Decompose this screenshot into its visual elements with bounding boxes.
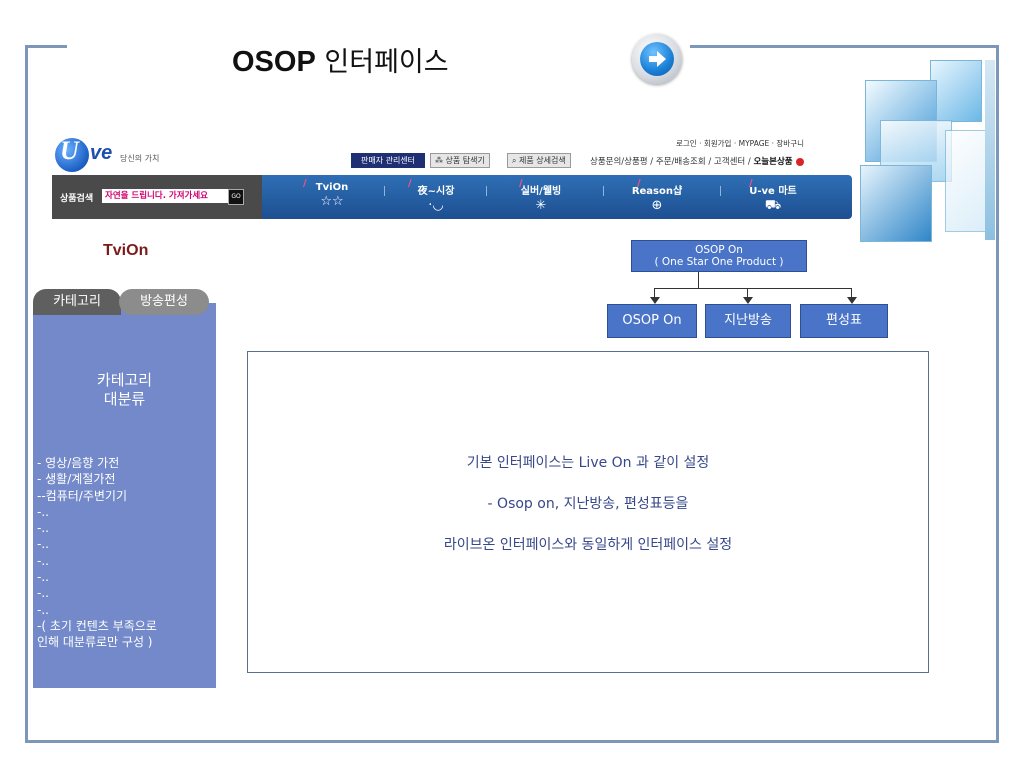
menu-item-tvion[interactable]: TviOn ☆☆ <box>287 182 377 209</box>
logo-u: U <box>60 136 79 165</box>
seller-center-button[interactable]: 판매자 관리센터 <box>351 153 425 168</box>
menu-label: 실버/웰빙 <box>520 186 562 197</box>
detail-search-button[interactable]: ⌕ 제품 상세검색 <box>507 153 571 168</box>
sidebar-heading-line1: 카테고리 <box>96 371 153 389</box>
menu-label: Reason샵 <box>631 186 683 197</box>
osop-on-button[interactable]: OSOP On <box>607 304 697 338</box>
today-product-icon <box>795 157 804 166</box>
menu-label: 夜~시장 <box>417 186 455 197</box>
category-note: -( 초기 컨텐츠 부족으로 <box>37 618 157 633</box>
arrow-down-icon <box>743 297 753 304</box>
frame-top-right <box>690 45 998 48</box>
category-item[interactable]: --컴퓨터/주변기기 <box>37 488 157 504</box>
category-item[interactable]: -.. <box>37 569 157 585</box>
flow-connector <box>654 288 655 297</box>
logo-ve: ve <box>90 142 113 164</box>
tab-schedule[interactable]: 방송편성 <box>119 289 209 315</box>
menu-label: U-ve 마트 <box>749 186 797 197</box>
magnifier-icon: ⌕ <box>512 156 520 165</box>
product-search-label: 상품 탐색기 <box>445 156 485 165</box>
search-input[interactable]: 자연을 드립니다. 가져가세요 <box>102 189 230 203</box>
content-line-3: 라이브온 인터페이스와 동일하게 인터페이스 설정 <box>443 537 733 553</box>
category-item[interactable]: - 영상/음향 가전 <box>37 455 157 471</box>
nav-links[interactable]: 상품문의/상품평 / 주문/배송조회 / 고객센터 / 오늘본상품 <box>590 155 804 167</box>
category-item[interactable]: -.. <box>37 536 157 552</box>
sidebar-heading-line2: 대분류 <box>103 390 146 408</box>
flow-connector <box>747 288 748 297</box>
sidebar-heading: 카테고리 대분류 <box>33 371 216 409</box>
sparkle-icon: ✳ <box>535 198 547 213</box>
osop-on-main-node[interactable]: OSOP On ( One Star One Product ) <box>631 240 807 272</box>
sitemap-icon: ⁂ <box>435 156 446 165</box>
category-item[interactable]: -.. <box>37 504 157 520</box>
menu-label: TviOn <box>315 182 349 193</box>
cart-icon: ⛟ <box>764 198 782 213</box>
menu-separator <box>603 186 604 196</box>
menu-separator <box>384 186 385 196</box>
category-item[interactable]: -.. <box>37 585 157 601</box>
flow-connector <box>698 272 699 288</box>
menu-item-silver-wellbeing[interactable]: 실버/웰빙 ✳ <box>496 182 586 213</box>
arrow-down-icon <box>847 297 857 304</box>
slide-title-rest: 인터페이스 <box>315 47 449 78</box>
schedule-table-button[interactable]: 편성표 <box>800 304 888 338</box>
search-label: 상품검색 <box>60 194 94 204</box>
menu-item-uve-mart[interactable]: U-ve 마트 ⛟ <box>728 182 818 215</box>
osop-on-title: OSOP On <box>695 244 743 256</box>
category-item[interactable]: -.. <box>37 553 157 569</box>
arrow-down-icon <box>650 297 660 304</box>
globe-icon: ⊕ <box>651 198 663 213</box>
flow-connector <box>851 288 852 297</box>
category-list: - 영상/음향 가전 - 생활/계절가전 --컴퓨터/주변기기 -.. -.. … <box>37 455 157 651</box>
tab-category[interactable]: 카테고리 <box>33 289 121 315</box>
content-line-1: 기본 인터페이스는 Live On 과 같이 설정 <box>466 455 710 471</box>
frame-left <box>25 45 28 742</box>
util-links[interactable]: 로그인 · 회원가입 · MYPAGE · 장바구니 <box>676 138 804 149</box>
search-go-button[interactable]: GO <box>228 189 244 205</box>
menu-item-reason-shop[interactable]: Reason샵 ⊕ <box>612 182 702 213</box>
nav-links-text[interactable]: 상품문의/상품평 / 주문/배송조회 / 고객센터 / <box>590 157 751 167</box>
osop-on-subtitle: ( One Star One Product ) <box>654 256 784 268</box>
category-item[interactable]: -.. <box>37 602 157 618</box>
detail-search-label: 제품 상세검색 <box>519 156 566 165</box>
category-item[interactable]: - 생활/계절가전 <box>37 471 157 487</box>
frame-bottom <box>25 740 999 743</box>
arrow-right-icon <box>640 42 674 76</box>
content-line-2: - Osop on, 지난방송, 편성표등을 <box>487 496 689 512</box>
slide-title-bold: OSOP <box>232 46 316 78</box>
today-product-link[interactable]: 오늘본상품 <box>753 157 792 167</box>
frame-top-left <box>25 45 67 48</box>
frame-right <box>996 45 999 742</box>
logo-tagline: 당신의 가치 <box>120 154 160 163</box>
category-item[interactable]: -.. <box>37 520 157 536</box>
page-title: TviOn <box>103 242 149 259</box>
past-broadcast-button[interactable]: 지난방송 <box>705 304 791 338</box>
slide-title: OSOP 인터페이스 <box>232 40 449 79</box>
menu-separator <box>720 186 721 196</box>
menu-item-night-market[interactable]: 夜~시장 ·◡ <box>391 182 481 213</box>
category-note: 인해 대분류로만 구성 ) <box>37 635 153 650</box>
product-search-button[interactable]: ⁂ 상품 탐색기 <box>430 153 490 168</box>
menu-separator <box>486 186 487 196</box>
flow-connector <box>654 288 852 289</box>
next-arrow-button[interactable] <box>632 34 682 84</box>
moon-icon: ·◡ <box>428 198 444 213</box>
stars-icon: ☆☆ <box>320 194 344 209</box>
